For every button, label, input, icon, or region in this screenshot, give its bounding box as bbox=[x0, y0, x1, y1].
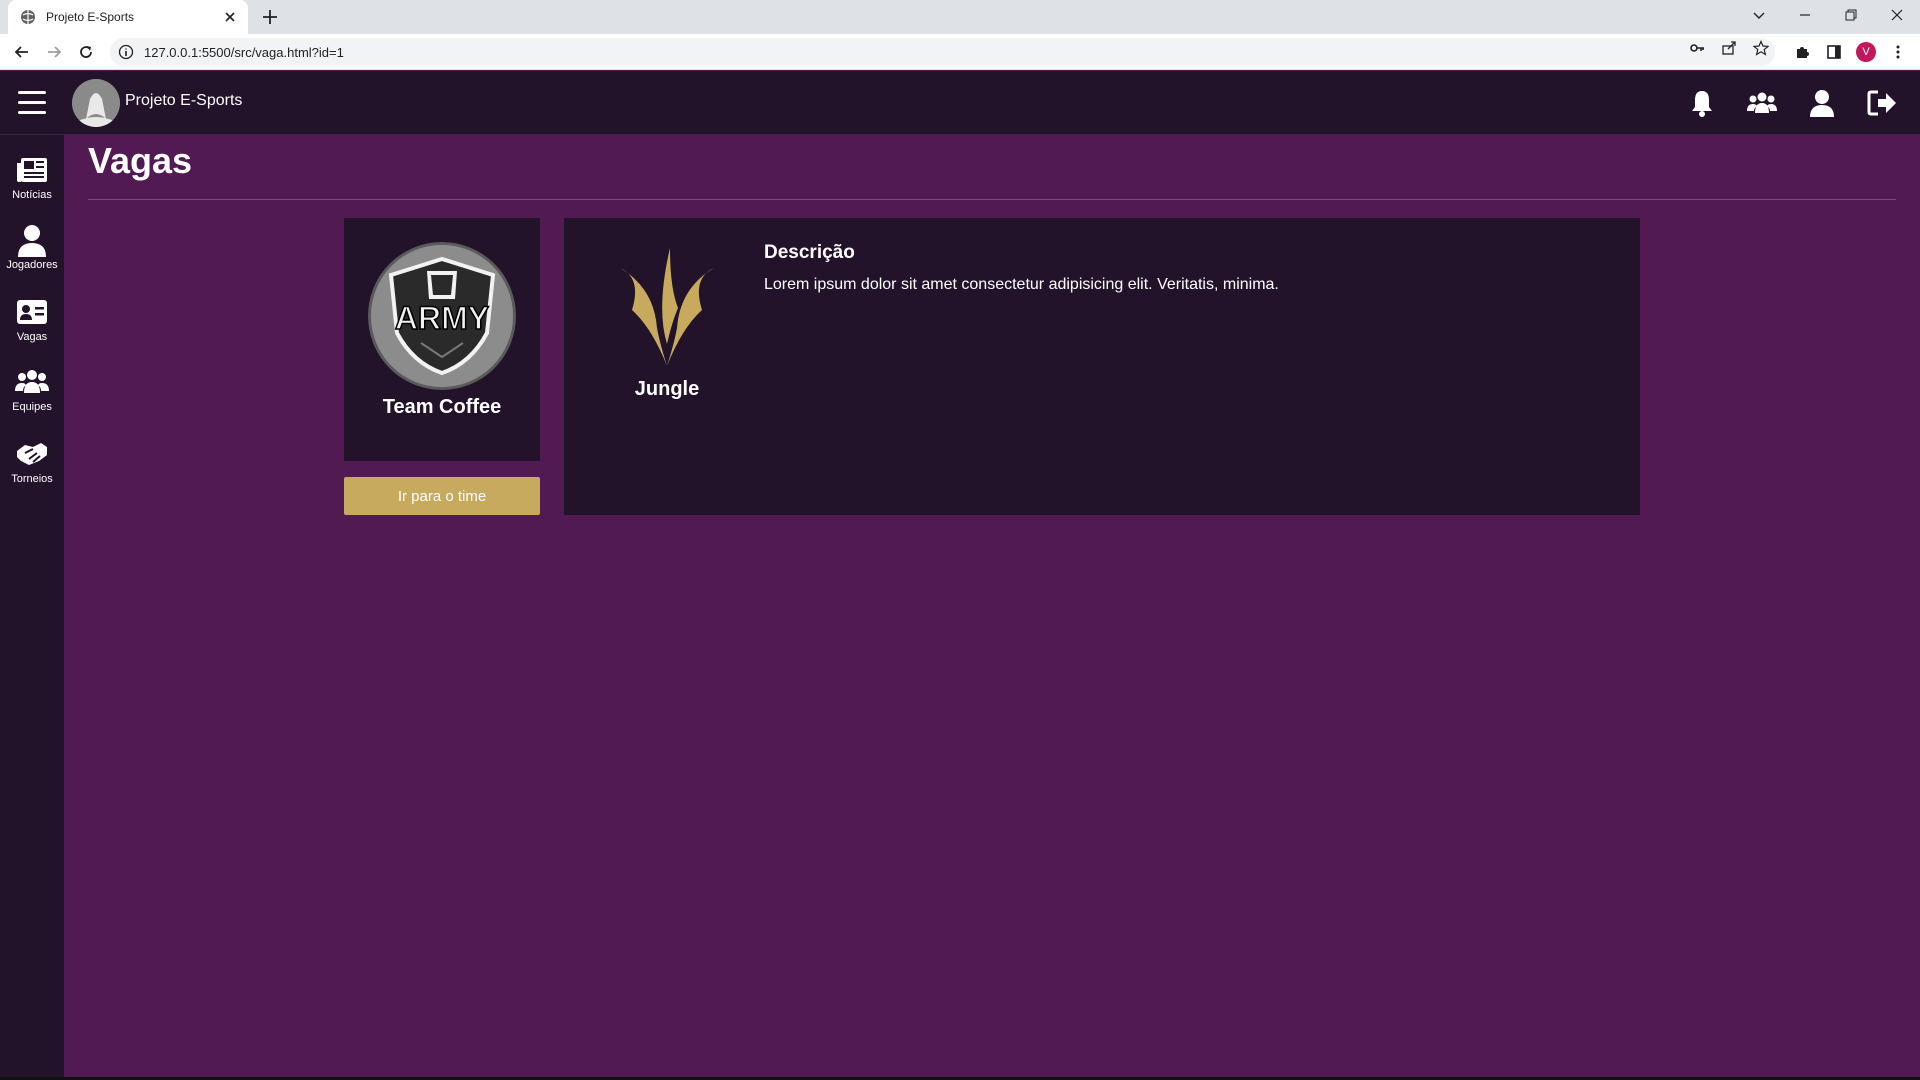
sidebar-item-label: Torneios bbox=[11, 473, 53, 485]
browser-tab[interactable]: Projeto E-Sports bbox=[8, 0, 248, 34]
brand-avatar[interactable] bbox=[72, 79, 120, 127]
id-card-icon bbox=[17, 300, 47, 324]
minimize-icon[interactable] bbox=[1782, 0, 1828, 30]
sidebar-item-jogadores[interactable]: Jogadores bbox=[0, 223, 64, 283]
new-tab-icon[interactable] bbox=[260, 7, 280, 27]
sidebar-item-noticias[interactable]: Notícias bbox=[0, 153, 64, 213]
extensions-icon[interactable] bbox=[1792, 42, 1812, 62]
team-card: ARMY Team Coffee bbox=[344, 218, 540, 461]
browser-toolbar: 127.0.0.1:5500/src/vaga.html?id=1 V bbox=[0, 34, 1920, 70]
reload-icon[interactable] bbox=[76, 42, 96, 62]
users-icon bbox=[15, 370, 49, 393]
key-icon[interactable] bbox=[1687, 38, 1707, 58]
divider bbox=[88, 199, 1896, 200]
sidebar-item-label: Notícias bbox=[12, 189, 52, 201]
player-silhouette-icon bbox=[72, 79, 120, 127]
close-window-icon[interactable] bbox=[1874, 0, 1920, 30]
bell-icon[interactable] bbox=[1686, 87, 1718, 119]
forward-icon[interactable] bbox=[44, 42, 64, 62]
logout-icon[interactable] bbox=[1866, 87, 1898, 119]
sidebar-item-label: Equipes bbox=[12, 401, 52, 413]
user-icon bbox=[18, 225, 46, 257]
url-text: 127.0.0.1:5500/src/vaga.html?id=1 bbox=[144, 44, 344, 60]
role-name: Jungle bbox=[634, 378, 700, 400]
hamburger-menu-icon[interactable] bbox=[18, 91, 46, 115]
menu-kebab-icon[interactable] bbox=[1888, 42, 1908, 62]
close-icon[interactable] bbox=[222, 9, 238, 25]
browser-tabstrip: Projeto E-Sports bbox=[0, 0, 1920, 34]
tab-search-icon[interactable] bbox=[1736, 0, 1782, 30]
tab-title: Projeto E-Sports bbox=[46, 10, 135, 24]
vacancy-detail-card: Jungle Descrição Lorem ipsum dolor sit a… bbox=[564, 218, 1640, 515]
sidebar-item-label: Jogadores bbox=[6, 259, 58, 271]
users-icon[interactable] bbox=[1746, 87, 1778, 119]
team-name: Team Coffee bbox=[382, 396, 502, 418]
team-logo: ARMY bbox=[368, 242, 516, 390]
sidebar: Notícias Jogadores Vagas Equipes Torneio… bbox=[0, 135, 64, 1080]
go-to-team-button[interactable]: Ir para o time bbox=[344, 477, 540, 515]
sidebar-item-vagas[interactable]: Vagas bbox=[0, 295, 64, 355]
jungle-role-icon bbox=[620, 248, 714, 366]
army-shield-logo-icon: ARMY bbox=[371, 245, 513, 387]
sidebar-item-equipes[interactable]: Equipes bbox=[0, 365, 64, 425]
star-icon[interactable] bbox=[1751, 38, 1771, 58]
globe-icon bbox=[21, 10, 35, 24]
newspaper-icon bbox=[17, 158, 47, 182]
sidebar-item-label: Vagas bbox=[16, 331, 48, 343]
share-icon[interactable] bbox=[1719, 38, 1739, 58]
sidebar-item-torneios[interactable]: Torneios bbox=[0, 437, 64, 497]
address-bar[interactable]: 127.0.0.1:5500/src/vaga.html?id=1 bbox=[110, 38, 1775, 66]
info-icon[interactable] bbox=[118, 44, 134, 60]
restore-icon[interactable] bbox=[1828, 0, 1874, 30]
description-text: Lorem ipsum dolor sit amet consectetur a… bbox=[764, 276, 1279, 293]
brand-name[interactable]: Projeto E-Sports bbox=[125, 92, 242, 110]
logo-text: ARMY bbox=[395, 300, 489, 336]
back-icon[interactable] bbox=[12, 42, 32, 62]
profile-avatar[interactable]: V bbox=[1856, 42, 1876, 62]
description-title: Descrição bbox=[764, 242, 855, 263]
page-title: Vagas bbox=[88, 140, 193, 181]
side-panel-icon[interactable] bbox=[1824, 42, 1844, 62]
handshake-icon bbox=[17, 443, 47, 465]
user-icon[interactable] bbox=[1806, 87, 1838, 119]
app-header: Projeto E-Sports bbox=[0, 71, 1920, 135]
